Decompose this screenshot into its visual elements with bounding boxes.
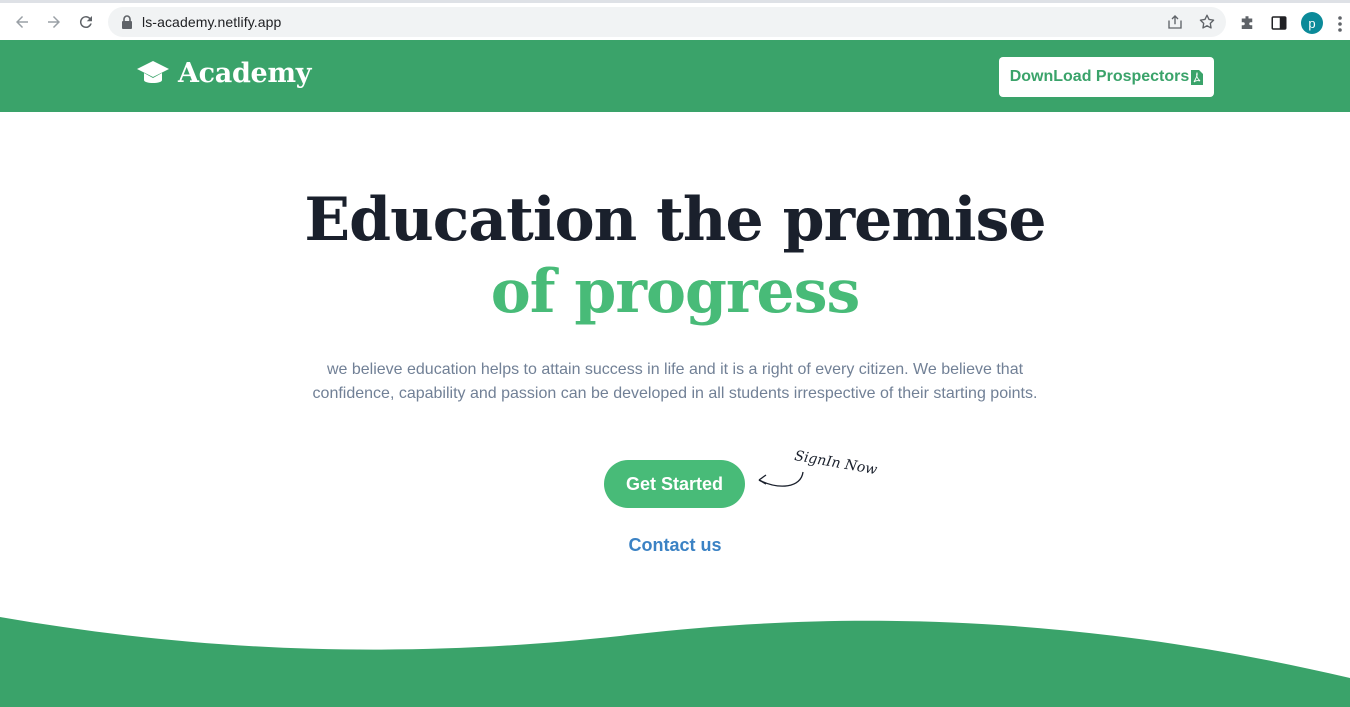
contact-us-link-row: Contact us xyxy=(0,535,1350,556)
forward-icon[interactable] xyxy=(42,10,66,34)
brand-name: Academy xyxy=(178,58,312,89)
get-started-button[interactable]: Get Started xyxy=(604,460,745,508)
curved-arrow-icon xyxy=(758,471,804,487)
download-button-label: DownLoad Prospectors xyxy=(1009,68,1190,85)
profile-avatar[interactable]: p xyxy=(1301,12,1323,34)
site-header: Academy DownLoad Prospectors xyxy=(0,40,1350,112)
bottom-wave-decoration xyxy=(0,617,1350,707)
profile-initial: p xyxy=(1308,15,1316,31)
bookmark-star-icon[interactable] xyxy=(1198,13,1216,31)
url-text[interactable]: ls-academy.netlify.app xyxy=(142,14,281,30)
back-icon[interactable] xyxy=(10,10,34,34)
address-bar[interactable]: ls-academy.netlify.app xyxy=(108,7,1226,37)
download-prospectors-button[interactable]: DownLoad Prospectors xyxy=(999,57,1214,97)
share-icon[interactable] xyxy=(1166,13,1184,31)
reload-icon[interactable] xyxy=(74,10,98,34)
more-menu-icon[interactable] xyxy=(1337,15,1343,33)
extensions-puzzle-icon[interactable] xyxy=(1238,14,1256,32)
lock-icon[interactable] xyxy=(120,14,134,30)
hero-title-line2: of progress xyxy=(490,257,861,327)
hero-description: we believe education helps to attain suc… xyxy=(312,361,1038,402)
contact-us-link[interactable]: Contact us xyxy=(628,535,721,555)
get-started-label: Get Started xyxy=(625,473,724,494)
side-panel-icon[interactable] xyxy=(1270,14,1288,32)
graduation-cap-icon xyxy=(137,60,169,83)
hero-title: Education the premise of progress xyxy=(0,184,1350,328)
hero-title-line1: Education the premise xyxy=(304,185,1046,255)
brand-logo[interactable]: Academy xyxy=(136,58,311,89)
pdf-file-icon xyxy=(1191,69,1204,85)
browser-toolbar: ls-academy.netlify.app p xyxy=(0,0,1350,40)
